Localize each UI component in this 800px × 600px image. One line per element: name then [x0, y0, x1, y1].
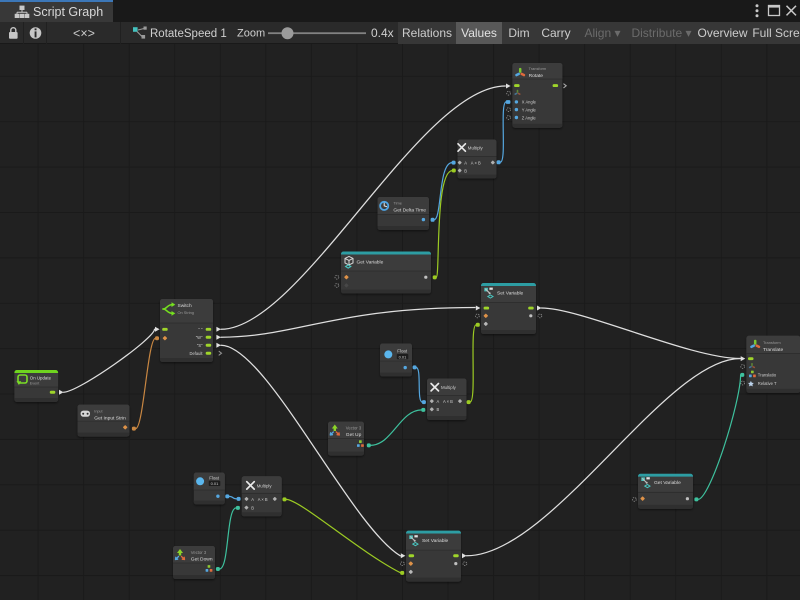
svg-text:Set Variable: Set Variable: [422, 538, 449, 544]
svg-text:Get Down: Get Down: [191, 557, 213, 563]
svg-text:B: B: [437, 407, 440, 412]
svg-text:Default: Default: [190, 351, 204, 356]
svg-text:Transform: Transform: [763, 340, 781, 345]
svg-text:Rotate: Rotate: [529, 73, 544, 79]
svg-text:A: A: [251, 497, 254, 502]
svg-text:A × B: A × B: [471, 160, 481, 165]
svg-text:Y Angle: Y Angle: [522, 107, 537, 112]
svg-text:Vector 3: Vector 3: [191, 550, 207, 555]
svg-text:Set Variable: Set Variable: [497, 290, 524, 296]
svg-text:Get Variable: Get Variable: [654, 480, 681, 486]
svg-text:B: B: [464, 168, 467, 173]
svg-text:<×>: <×>: [73, 27, 95, 41]
svg-text:0.4x: 0.4x: [371, 26, 394, 40]
svg-text:RotateSpeed 1: RotateSpeed 1: [150, 28, 227, 40]
svg-text:Transform: Transform: [529, 66, 547, 71]
svg-text:A × B: A × B: [443, 399, 453, 404]
svg-text:"W": "W": [196, 335, 203, 340]
svg-text:Relative T: Relative T: [758, 381, 777, 386]
svg-text:0.01: 0.01: [399, 354, 408, 359]
svg-text:"S": "S": [197, 343, 203, 348]
svg-text:Get Delta Time: Get Delta Time: [393, 207, 426, 213]
svg-text:Translate: Translate: [763, 347, 783, 353]
svg-text:Event: Event: [30, 382, 39, 386]
svg-text:Input: Input: [94, 410, 102, 414]
svg-text:0.01: 0.01: [211, 481, 220, 486]
svg-text:Multiply: Multiply: [257, 483, 273, 488]
svg-text:Vector 3: Vector 3: [346, 425, 362, 430]
svg-text:Get Up: Get Up: [346, 432, 362, 438]
svg-text:Float: Float: [397, 349, 408, 354]
svg-text:" ": " ": [198, 327, 203, 332]
svg-text:Float: Float: [209, 475, 220, 480]
svg-text:Get Input Strin: Get Input Strin: [94, 415, 126, 421]
svg-text:Multiply: Multiply: [441, 385, 457, 390]
svg-text:Multiply: Multiply: [468, 146, 484, 151]
svg-text:B: B: [251, 505, 254, 510]
svg-text:Translatio: Translatio: [758, 373, 777, 378]
svg-text:On String: On String: [178, 310, 194, 315]
svg-text:X Angle: X Angle: [522, 100, 537, 105]
svg-text:On Update: On Update: [30, 375, 52, 380]
svg-text:Switch: Switch: [178, 303, 192, 309]
svg-text:A × B: A × B: [258, 497, 268, 502]
svg-text:A: A: [437, 399, 440, 404]
svg-text:Get Variable: Get Variable: [357, 259, 384, 265]
svg-text:A: A: [464, 160, 467, 165]
svg-text:Zoom: Zoom: [237, 28, 265, 40]
svg-text:Time: Time: [393, 200, 402, 205]
svg-text:Z Angle: Z Angle: [522, 115, 537, 120]
